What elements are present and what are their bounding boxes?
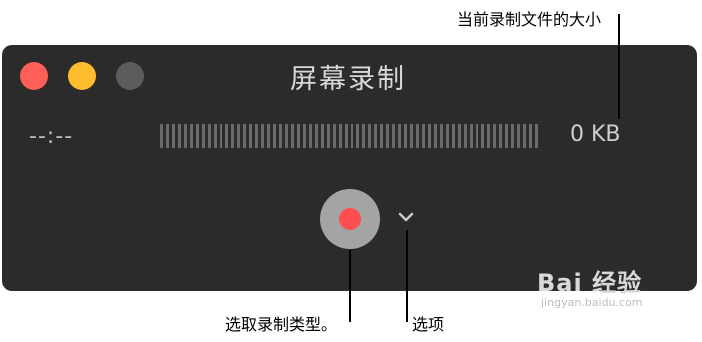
file-size-callout-line <box>618 14 620 119</box>
level-meter-segment <box>249 124 253 148</box>
level-meter-segment <box>499 124 503 148</box>
level-meter-segment <box>362 124 366 148</box>
record-type-callout-label: 选取录制类型。 <box>225 315 338 334</box>
level-meter-segment <box>511 124 515 148</box>
level-meter-segment <box>267 124 271 148</box>
level-meter-segment <box>344 124 348 148</box>
level-meter-segment <box>505 124 509 148</box>
level-meter-segment <box>279 124 283 148</box>
level-meter-segment <box>207 124 211 148</box>
level-meter-segment <box>201 124 205 148</box>
level-meter-segment <box>261 124 265 148</box>
level-meter-segment <box>457 124 461 148</box>
audio-level-meter <box>160 124 538 148</box>
close-button[interactable] <box>20 62 48 90</box>
level-meter-segment <box>195 124 199 148</box>
level-meter-segment <box>314 124 318 148</box>
level-meter-segment <box>285 124 288 148</box>
level-meter-segment <box>368 124 372 148</box>
level-meter-segment <box>160 124 163 148</box>
level-meter-segment <box>380 124 384 148</box>
level-meter-segment <box>463 124 467 148</box>
level-meter-segment <box>451 124 455 148</box>
record-type-callout-line <box>349 250 351 322</box>
zoom-button[interactable] <box>116 62 144 90</box>
level-meter-segment <box>350 124 354 148</box>
level-meter-segment <box>445 124 449 148</box>
level-meter-segment <box>427 124 431 148</box>
level-meter-segment <box>398 124 402 148</box>
level-meter-segment <box>243 124 247 148</box>
level-meter-segment <box>493 124 497 148</box>
level-meter-segment <box>421 124 425 148</box>
level-meter-segment <box>171 124 175 148</box>
level-meter-segment <box>487 124 491 148</box>
level-meter-segment <box>302 124 306 148</box>
level-meter-segment <box>237 124 241 148</box>
level-meter-segment <box>213 124 217 148</box>
level-meter-segment <box>255 124 259 148</box>
level-meter-segment <box>469 124 473 148</box>
chevron-down-icon[interactable] <box>397 210 415 224</box>
watermark-main: Bai 经验 <box>537 269 643 297</box>
level-meter-segment <box>177 124 181 148</box>
window-title: 屏幕录制 <box>290 64 406 95</box>
level-meter-segment <box>231 124 235 148</box>
level-meter-segment <box>481 124 485 148</box>
level-meter-segment <box>273 124 277 148</box>
level-meter-segment <box>219 124 223 148</box>
minimize-button[interactable] <box>68 62 96 90</box>
level-meter-segment <box>356 124 360 148</box>
level-meter-segment <box>523 124 527 148</box>
level-meter-segment <box>433 124 437 148</box>
level-meter-segment <box>308 124 312 148</box>
record-icon <box>339 208 361 230</box>
level-meter-segment <box>392 124 396 148</box>
level-meter-segment <box>320 124 324 148</box>
level-meter-segment <box>439 124 443 148</box>
level-meter-segment <box>475 124 479 148</box>
level-meter-segment <box>374 124 378 148</box>
file-size-readout: 0 KB <box>570 122 621 147</box>
level-meter-segment <box>535 124 538 148</box>
options-callout-label: 选项 <box>412 315 445 334</box>
level-meter-segment <box>189 124 193 148</box>
level-meter-segment <box>183 124 187 148</box>
level-meter-segment <box>165 124 169 148</box>
level-meter-segment <box>410 124 413 148</box>
options-callout-line <box>406 230 408 322</box>
level-meter-segment <box>404 124 408 148</box>
level-meter-segment <box>225 124 229 148</box>
file-size-callout-label: 当前录制文件的大小 <box>457 10 602 29</box>
level-meter-segment <box>529 124 533 148</box>
level-meter-segment <box>296 124 300 148</box>
time-readout: --:-- <box>29 124 74 149</box>
baidu-jingyan-watermark: Bai 经验 jingyan.baidu.com <box>537 263 643 309</box>
watermark-sub: jingyan.baidu.com <box>541 296 643 309</box>
record-button[interactable] <box>320 189 380 249</box>
level-meter-segment <box>338 124 342 148</box>
level-meter-segment <box>386 124 390 148</box>
level-meter-segment <box>326 124 330 148</box>
level-meter-segment <box>517 124 521 148</box>
level-meter-segment <box>290 124 294 148</box>
level-meter-segment <box>332 124 336 148</box>
level-meter-segment <box>415 124 419 148</box>
